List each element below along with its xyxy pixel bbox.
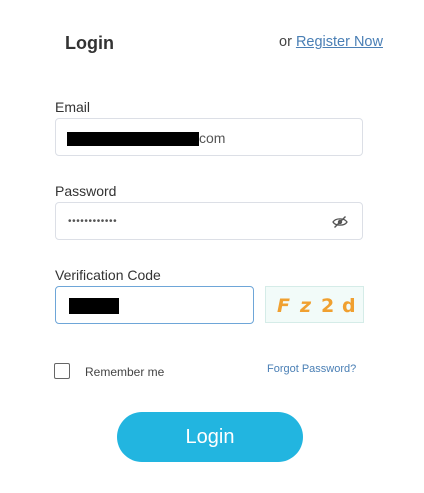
- password-field[interactable]: ••••••••••••: [55, 202, 363, 240]
- remember-me-label: Remember me: [85, 365, 165, 379]
- remember-me-checkbox[interactable]: [54, 363, 70, 379]
- eye-slash-icon[interactable]: [332, 215, 348, 229]
- redacted-email: [67, 132, 199, 146]
- register-prefix: or: [279, 34, 292, 50]
- forgot-password-link[interactable]: Forgot Password?: [267, 363, 356, 375]
- captcha-char: z: [300, 295, 312, 317]
- page-title: Login: [65, 33, 114, 53]
- captcha-char: d: [342, 295, 356, 317]
- email-label: Email: [55, 99, 91, 115]
- redacted-code: [69, 298, 119, 314]
- captcha-char: F: [277, 295, 290, 317]
- login-button[interactable]: Login: [117, 412, 303, 462]
- captcha-char: 2: [321, 295, 335, 317]
- email-value-suffix: com: [199, 130, 226, 146]
- register-prompt: or Register Now: [279, 34, 383, 50]
- verification-label: Verification Code: [55, 267, 161, 283]
- password-label: Password: [55, 183, 117, 199]
- email-field[interactable]: com: [55, 118, 363, 156]
- captcha-image[interactable]: F z 2 d: [265, 286, 364, 323]
- verification-code-input[interactable]: [55, 286, 254, 324]
- register-link[interactable]: Register Now: [296, 34, 383, 50]
- password-masked-value: ••••••••••••: [68, 216, 118, 227]
